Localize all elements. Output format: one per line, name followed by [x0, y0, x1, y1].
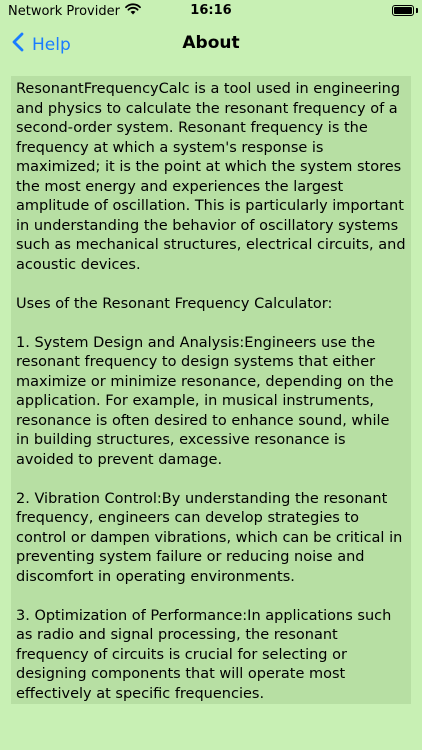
page-title: About [182, 33, 240, 53]
battery-tip [416, 8, 418, 13]
battery-icon [392, 5, 414, 16]
navigation-bar: Help About [0, 22, 422, 66]
status-time: 16:16 [190, 3, 232, 18]
status-bar: Network Provider 16:16 [0, 0, 422, 22]
about-text-view[interactable]: ResonantFrequencyCalc is a tool used in … [11, 76, 411, 704]
about-text: ResonantFrequencyCalc is a tool used in … [16, 81, 406, 702]
